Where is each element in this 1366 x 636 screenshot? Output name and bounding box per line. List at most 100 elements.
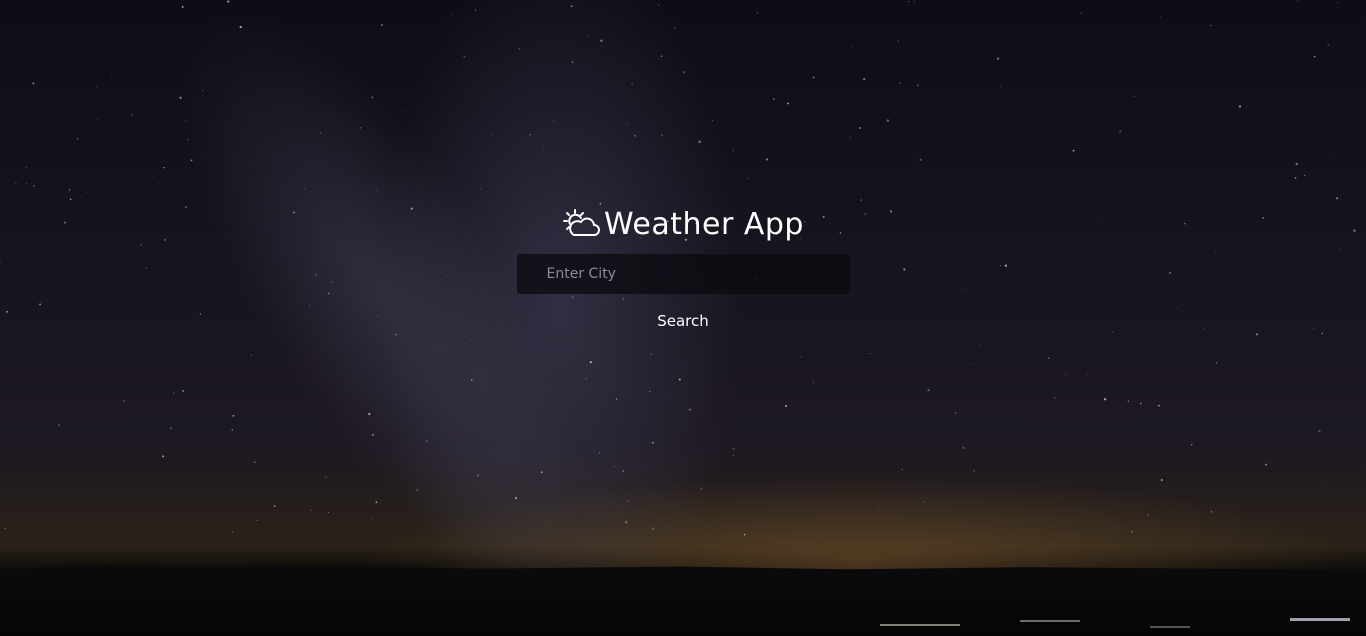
star bbox=[4, 527, 6, 530]
star bbox=[919, 158, 922, 161]
star bbox=[1265, 463, 1268, 466]
star bbox=[571, 61, 574, 63]
star bbox=[250, 354, 252, 356]
star bbox=[309, 509, 312, 511]
star bbox=[786, 102, 789, 105]
star bbox=[784, 404, 788, 408]
star bbox=[401, 538, 403, 540]
star bbox=[978, 344, 980, 346]
star bbox=[1321, 481, 1324, 484]
star bbox=[1158, 404, 1160, 407]
star bbox=[370, 518, 373, 520]
star bbox=[627, 500, 629, 503]
star bbox=[470, 379, 473, 381]
star bbox=[924, 501, 926, 503]
star bbox=[650, 353, 652, 356]
star bbox=[1336, 197, 1339, 200]
star bbox=[996, 57, 999, 60]
star bbox=[973, 470, 975, 472]
star bbox=[172, 392, 175, 395]
star bbox=[202, 89, 204, 91]
star bbox=[613, 465, 616, 468]
star bbox=[893, 3, 895, 5]
star bbox=[732, 150, 734, 152]
star bbox=[32, 82, 35, 85]
city-search-input[interactable] bbox=[516, 254, 850, 294]
star bbox=[232, 414, 235, 417]
star bbox=[359, 126, 362, 129]
star bbox=[1256, 333, 1259, 336]
star bbox=[1297, 407, 1299, 409]
star bbox=[1127, 400, 1130, 403]
star bbox=[515, 497, 517, 500]
star bbox=[68, 189, 71, 191]
star bbox=[1139, 402, 1142, 405]
star bbox=[1086, 373, 1088, 375]
star bbox=[182, 390, 184, 392]
star bbox=[395, 333, 397, 336]
star bbox=[765, 158, 768, 161]
star bbox=[869, 353, 871, 355]
star bbox=[846, 53, 847, 55]
star bbox=[227, 0, 230, 3]
star bbox=[746, 177, 748, 179]
star bbox=[26, 183, 28, 185]
star bbox=[17, 132, 19, 133]
star bbox=[849, 136, 851, 139]
star bbox=[913, 1, 915, 3]
star bbox=[1304, 174, 1306, 177]
star bbox=[660, 55, 663, 57]
star bbox=[859, 127, 862, 129]
star bbox=[961, 7, 963, 9]
star bbox=[529, 134, 531, 136]
star bbox=[231, 428, 234, 431]
star bbox=[1216, 362, 1218, 364]
star bbox=[812, 76, 815, 79]
star bbox=[381, 24, 383, 27]
star bbox=[1147, 514, 1149, 516]
star bbox=[651, 527, 654, 530]
star bbox=[1209, 24, 1212, 27]
star bbox=[1210, 511, 1213, 513]
search-panel: Weather App Search bbox=[0, 200, 1366, 332]
star bbox=[239, 25, 242, 29]
star bbox=[363, 516, 365, 517]
star bbox=[927, 388, 930, 392]
star bbox=[1133, 95, 1135, 97]
star bbox=[1048, 357, 1050, 359]
star bbox=[1080, 12, 1083, 15]
search-button[interactable]: Search bbox=[651, 310, 715, 332]
star bbox=[76, 137, 79, 140]
star bbox=[130, 113, 134, 116]
star bbox=[901, 469, 903, 471]
star bbox=[622, 470, 625, 472]
star bbox=[626, 123, 628, 125]
star bbox=[103, 58, 105, 60]
star bbox=[1238, 105, 1242, 108]
star bbox=[403, 110, 405, 112]
star bbox=[542, 153, 544, 154]
star bbox=[682, 71, 685, 74]
star bbox=[1334, 530, 1336, 532]
star bbox=[651, 441, 654, 444]
star bbox=[1103, 398, 1107, 401]
star bbox=[552, 119, 554, 122]
star bbox=[1327, 43, 1330, 46]
star bbox=[368, 412, 371, 416]
star bbox=[1160, 16, 1162, 18]
star bbox=[732, 447, 735, 450]
star bbox=[721, 508, 722, 510]
star bbox=[886, 119, 889, 122]
star bbox=[185, 120, 187, 122]
star bbox=[897, 40, 899, 43]
star bbox=[1000, 86, 1002, 87]
star bbox=[649, 390, 651, 393]
star bbox=[917, 84, 919, 87]
star bbox=[851, 45, 854, 48]
star bbox=[1318, 430, 1321, 433]
star bbox=[1294, 176, 1297, 179]
star bbox=[256, 519, 258, 521]
star bbox=[325, 476, 327, 479]
star bbox=[153, 176, 155, 178]
star bbox=[907, 0, 910, 3]
